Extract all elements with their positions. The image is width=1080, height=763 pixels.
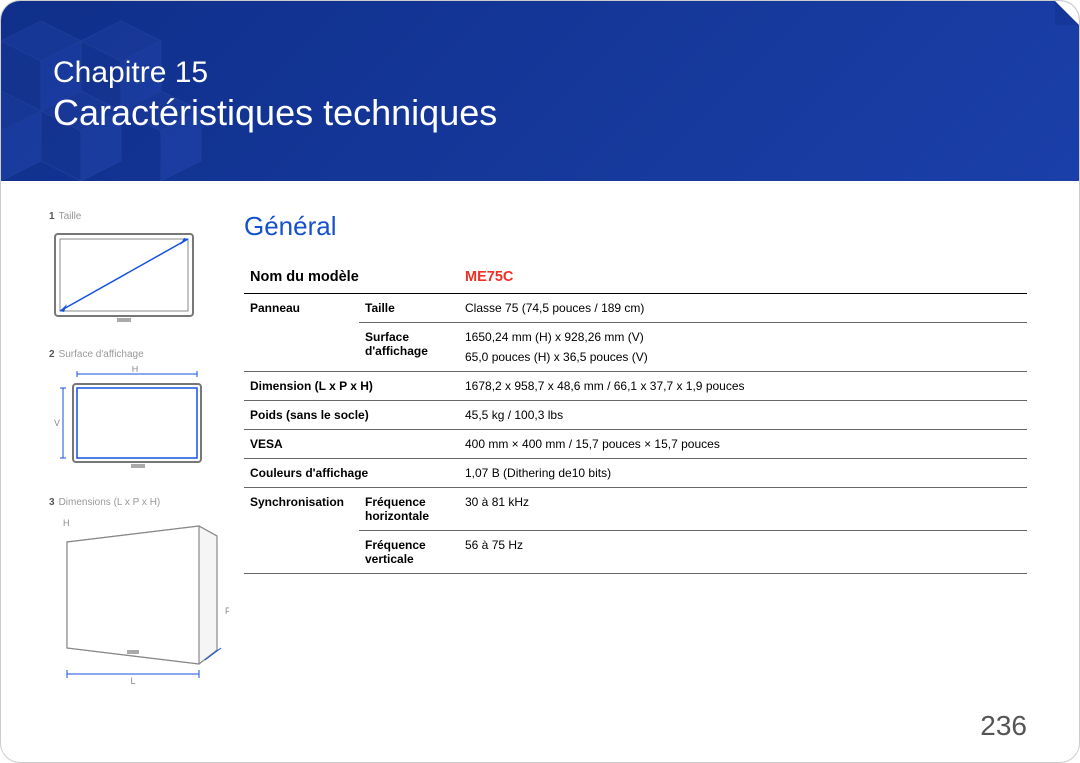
fig-h-label: H <box>132 366 139 374</box>
illus-num: 1 <box>49 211 55 222</box>
illus-num: 2 <box>49 349 55 360</box>
illus-label: Dimensions (L x P x H) <box>59 497 161 508</box>
fig-l-label: L <box>130 676 135 684</box>
size-value: Classe 75 (74,5 pouces / 189 cm) <box>459 294 1027 323</box>
surface-value: 1650,24 mm (H) x 928,26 mm (V) 65,0 pouc… <box>459 323 1027 372</box>
table-row: Panneau Taille Classe 75 (74,5 pouces / … <box>244 294 1027 323</box>
illus-label: Surface d'affichage <box>59 349 144 360</box>
surface-label: Surface d'affichage <box>359 323 459 372</box>
dimension-label: Dimension (L x P x H) <box>244 372 459 401</box>
page-number: 236 <box>980 710 1027 742</box>
illustrations-column: 1 Taille 2 Surface d'affichage <box>49 211 214 705</box>
model-label: Nom du modèle <box>244 262 459 294</box>
illustration-display-area: 2 Surface d'affichage H V <box>49 349 214 479</box>
page: Chapitre 15 Caractéristiques techniques … <box>0 0 1080 763</box>
table-row: Poids (sans le socle) 45,5 kg / 100,3 lb… <box>244 401 1027 430</box>
page-header: Chapitre 15 Caractéristiques techniques <box>1 1 1079 181</box>
size-label: Taille <box>359 294 459 323</box>
chapter-title: Caractéristiques techniques <box>53 92 497 134</box>
vfreq-label: Fréquence verticale <box>359 531 459 574</box>
colors-value: 1,07 B (Dithering de10 bits) <box>459 459 1027 488</box>
fig-h-label: H <box>63 518 70 528</box>
diagonal-size-figure <box>49 228 199 328</box>
chapter-label: Chapitre 15 <box>53 56 497 90</box>
vesa-value: 400 mm × 400 mm / 15,7 pouces × 15,7 pou… <box>459 430 1027 459</box>
display-area-figure: H V <box>49 366 204 476</box>
header-corner-fold <box>1055 1 1079 25</box>
illustration-dimensions: 3 Dimensions (L x P x H) H <box>49 497 214 687</box>
dimensions-figure: H L P <box>49 514 229 684</box>
weight-label: Poids (sans le socle) <box>244 401 459 430</box>
weight-value: 45,5 kg / 100,3 lbs <box>459 401 1027 430</box>
hfreq-value: 30 à 81 kHz <box>459 488 1027 531</box>
dimension-value: 1678,2 x 958,7 x 48,6 mm / 66,1 x 37,7 x… <box>459 372 1027 401</box>
illustration-size: 1 Taille <box>49 211 214 331</box>
table-row: VESA 400 mm × 400 mm / 15,7 pouces × 15,… <box>244 430 1027 459</box>
illus-num: 3 <box>49 497 55 508</box>
table-row: Synchronisation Fréquence horizontale 30… <box>244 488 1027 531</box>
sync-label: Synchronisation <box>244 488 359 574</box>
panel-label: Panneau <box>244 294 359 372</box>
table-row: Fréquence verticale 56 à 75 Hz <box>244 531 1027 574</box>
illus-label: Taille <box>59 211 82 222</box>
spec-table: Nom du modèle ME75C Panneau Taille Class… <box>244 262 1027 574</box>
section-title: Général <box>244 211 1027 242</box>
fig-p-label: P <box>225 606 229 616</box>
spec-main: Général Nom du modèle ME75C Panneau Tail… <box>244 211 1027 705</box>
table-row: Surface d'affichage 1650,24 mm (H) x 928… <box>244 323 1027 372</box>
table-row: Couleurs d'affichage 1,07 B (Dithering d… <box>244 459 1027 488</box>
model-value: ME75C <box>459 262 1027 294</box>
hfreq-label: Fréquence horizontale <box>359 488 459 531</box>
table-row: Dimension (L x P x H) 1678,2 x 958,7 x 4… <box>244 372 1027 401</box>
vfreq-value: 56 à 75 Hz <box>459 531 1027 574</box>
colors-label: Couleurs d'affichage <box>244 459 459 488</box>
fig-v-label: V <box>54 418 60 428</box>
vesa-label: VESA <box>244 430 459 459</box>
